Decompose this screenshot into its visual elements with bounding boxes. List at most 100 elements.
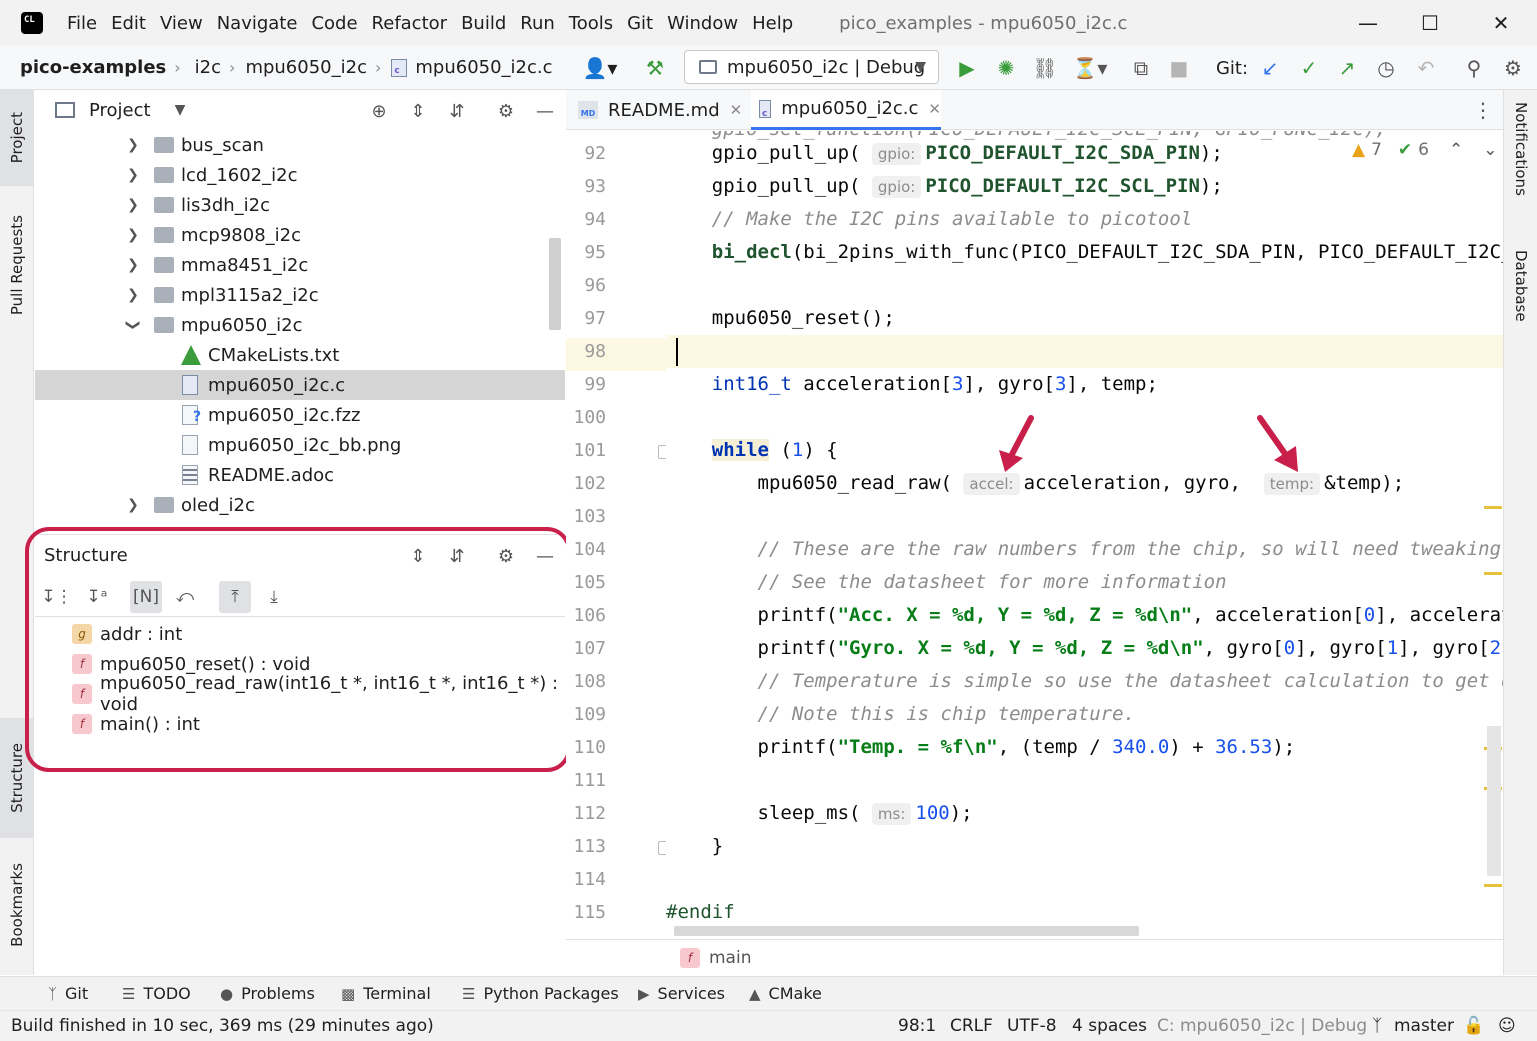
hide-panel-icon[interactable]: — — [532, 543, 558, 569]
tool-tab-services[interactable]: ▶ Services — [638, 984, 725, 1003]
git-rollback-icon[interactable]: ↶ — [1413, 55, 1439, 81]
tab-database[interactable]: Database — [1504, 250, 1537, 350]
tree-item-mcp9808-i2c[interactable]: ❯ mcp9808_i2c — [35, 220, 565, 250]
inspection-widget[interactable]: ▲ 7 ✔ 6 ⌃ ⌄ — [1352, 140, 1497, 160]
git-commit-icon[interactable]: ✓ — [1296, 55, 1322, 81]
breadcrumb-project[interactable]: pico-examples — [20, 57, 166, 78]
tree-item-readme-adoc[interactable]: README.adoc — [35, 460, 565, 490]
autoscroll-to-source-icon[interactable]: ⤒ — [219, 581, 251, 613]
user-dropdown-icon[interactable]: 👤▾ — [580, 55, 620, 81]
git-push-icon[interactable]: ↗ — [1334, 55, 1360, 81]
profile-icon[interactable]: ⏳▾ — [1068, 55, 1112, 81]
run-icon[interactable]: ▶ — [954, 55, 980, 81]
editor-vertical-scrollbar[interactable] — [1487, 726, 1501, 876]
coverage-icon[interactable]: ⛓ — [1032, 55, 1058, 81]
tree-item-mma8451-i2c[interactable]: ❯ mma8451_i2c — [35, 250, 565, 280]
inspector-icon[interactable]: ☺ — [1498, 1016, 1516, 1036]
chevron-right-icon[interactable]: ❯ — [126, 497, 140, 513]
sort-by-visibility-icon[interactable]: ↧⋮ — [41, 581, 73, 613]
error-stripe-marker[interactable] — [1484, 572, 1502, 575]
caret-position[interactable]: 98:1 — [898, 1016, 936, 1036]
tab-readme-md[interactable]: MD README.md ✕ — [578, 90, 748, 130]
menu-view[interactable]: View — [160, 13, 203, 34]
editor-horizontal-scrollbar[interactable] — [674, 926, 1139, 936]
settings-gear-icon[interactable]: ⚙ — [493, 543, 519, 569]
tool-tab-git[interactable]: ᛉ Git — [48, 984, 88, 1003]
tree-item-cmakelists[interactable]: CMakeLists.txt — [35, 340, 565, 370]
tab-notifications[interactable]: Notifications — [1504, 102, 1537, 222]
show-fields-icon[interactable]: [N] — [130, 581, 162, 613]
tool-tab-cmake[interactable]: ▲ CMake — [749, 984, 822, 1003]
tree-item-mpu6050-i2c[interactable]: ❯ mpu6050_i2c — [35, 310, 565, 340]
maximize-icon[interactable]: ☐ — [1415, 8, 1445, 38]
menu-build[interactable]: Build — [461, 13, 506, 34]
project-panel-title[interactable]: Project — [89, 100, 151, 121]
show-inherited-icon[interactable]: ⤺ — [169, 581, 201, 613]
close-window-icon[interactable]: ✕ — [1486, 8, 1516, 38]
next-highlight-icon[interactable]: ⌄ — [1483, 140, 1497, 160]
git-branch[interactable]: master — [1394, 1016, 1454, 1036]
expand-all-icon[interactable]: ⇕ — [405, 543, 431, 569]
chevron-right-icon[interactable]: ❯ — [126, 257, 140, 273]
tool-tab-problems[interactable]: ● Problems — [220, 984, 315, 1003]
menu-refactor[interactable]: Refactor — [372, 13, 448, 34]
menu-code[interactable]: Code — [311, 13, 357, 34]
run-configuration-select[interactable]: mpu6050_i2c | Debug ▼ — [684, 50, 939, 84]
settings-gear-icon[interactable]: ⚙ — [493, 98, 519, 124]
menu-window[interactable]: Window — [667, 13, 738, 34]
structure-member-addr[interactable]: g addr : int — [35, 619, 565, 649]
chevron-right-icon[interactable]: ❯ — [126, 137, 140, 153]
debug-bug-icon[interactable]: ✺ — [993, 55, 1019, 81]
locate-file-icon[interactable]: ⊕ — [366, 98, 392, 124]
structure-member-mpu6050-read-raw[interactable]: f mpu6050_read_raw(int16_t *, int16_t *,… — [35, 673, 565, 715]
collapse-all-icon[interactable]: ⇵ — [444, 98, 470, 124]
git-history-icon[interactable]: ◷ — [1373, 55, 1399, 81]
tree-item-mpu6050-c[interactable]: mpu6050_i2c.c — [35, 370, 565, 400]
more-tabs-icon[interactable]: ⋮ — [1473, 98, 1493, 122]
tab-bookmarks[interactable]: Bookmarks — [0, 850, 34, 960]
chevron-right-icon[interactable]: ❯ — [126, 287, 140, 303]
tree-item-lcd-1602-i2c[interactable]: ❯ lcd_1602_i2c — [35, 160, 565, 190]
menu-file[interactable]: File — [67, 13, 97, 34]
lock-icon[interactable]: 🔓 — [1463, 1016, 1484, 1036]
tool-tab-python-packages[interactable]: ☰ Python Packages — [462, 984, 619, 1003]
sort-alphabetically-icon[interactable]: ↧ᵃ — [81, 581, 113, 613]
tab-structure[interactable]: Structure — [0, 718, 34, 838]
autoscroll-from-source-icon[interactable]: ⤓ — [258, 581, 290, 613]
indent-setting[interactable]: 4 spaces — [1072, 1016, 1147, 1036]
tab-project[interactable]: Project — [0, 90, 34, 186]
menu-help[interactable]: Help — [752, 13, 793, 34]
close-tab-icon[interactable]: ✕ — [928, 100, 941, 118]
tree-item-png[interactable]: mpu6050_i2c_bb.png — [35, 430, 565, 460]
tab-mpu6050-c[interactable]: c mpu6050_i2c.c ✕ — [751, 90, 941, 130]
chevron-right-icon[interactable]: ❯ — [126, 227, 140, 243]
menu-run[interactable]: Run — [520, 13, 555, 34]
minimize-icon[interactable]: — — [1353, 8, 1383, 38]
menu-navigate[interactable]: Navigate — [217, 13, 298, 34]
tool-tab-terminal[interactable]: ▩ Terminal — [341, 984, 431, 1003]
tree-item-mpl3115a2-i2c[interactable]: ❯ mpl3115a2_i2c — [35, 280, 565, 310]
tree-item-lis3dh-i2c[interactable]: ❯ lis3dh_i2c — [35, 190, 565, 220]
status-message[interactable]: Build finished in 10 sec, 369 ms (29 min… — [11, 1016, 434, 1036]
search-icon[interactable]: ⚲ — [1461, 55, 1487, 81]
error-stripe-marker[interactable] — [1484, 884, 1502, 887]
chevron-down-icon[interactable]: ❯ — [125, 318, 141, 332]
attach-process-icon[interactable]: ⧉ — [1128, 55, 1154, 81]
error-stripe-marker[interactable] — [1484, 506, 1502, 509]
breadcrumb-mpu6050-folder[interactable]: mpu6050_i2c — [245, 57, 367, 78]
collapse-all-icon[interactable]: ⇵ — [444, 543, 470, 569]
close-tab-icon[interactable]: ✕ — [730, 101, 743, 119]
tree-item-fzz[interactable]: ? mpu6050_i2c.fzz — [35, 400, 565, 430]
previous-highlight-icon[interactable]: ⌃ — [1449, 140, 1463, 160]
stop-icon[interactable]: ■ — [1166, 55, 1192, 81]
breadcrumb-i2c[interactable]: i2c — [195, 57, 221, 78]
tree-item-bus-scan[interactable]: ❯ bus_scan — [35, 130, 565, 160]
structure-member-main[interactable]: f main() : int — [35, 709, 565, 739]
expand-all-icon[interactable]: ⇕ — [405, 98, 431, 124]
build-hammer-icon[interactable]: ⚒ — [642, 55, 668, 81]
chevron-right-icon[interactable]: ❯ — [126, 167, 140, 183]
file-encoding[interactable]: UTF-8 — [1007, 1016, 1057, 1036]
menu-tools[interactable]: Tools — [569, 13, 613, 34]
chevron-down-icon[interactable]: ▼ — [175, 102, 186, 118]
breadcrumb-file[interactable]: mpu6050_i2c.c — [415, 57, 552, 78]
